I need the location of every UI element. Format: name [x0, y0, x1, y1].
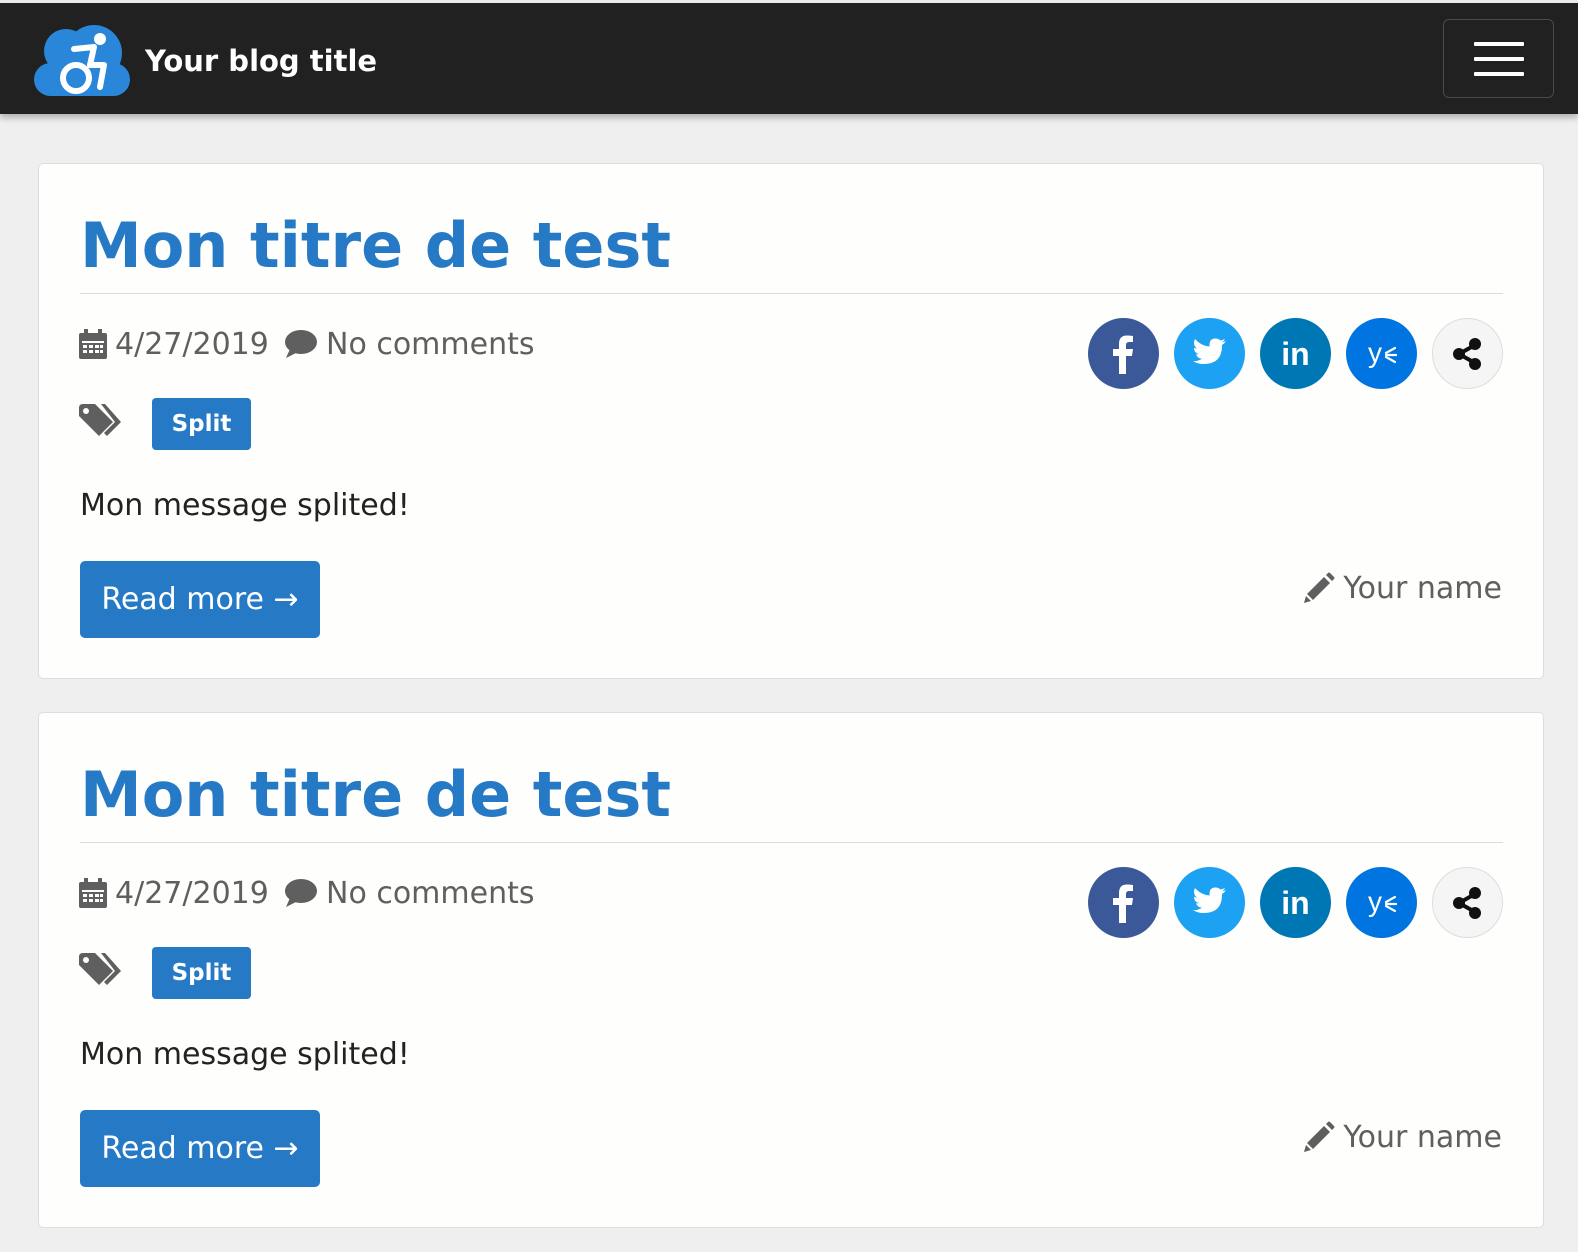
- post-comments-text: No comments: [326, 326, 535, 362]
- share-icon: [1453, 338, 1481, 370]
- post-comments-text: No comments: [326, 875, 535, 911]
- navbar: Your blog title: [0, 0, 1578, 114]
- pencil-icon: [1304, 1121, 1335, 1152]
- yammer-icon: y: [1368, 886, 1398, 917]
- share-linkedin-button[interactable]: in: [1260, 318, 1331, 389]
- share-linkedin-button[interactable]: in: [1260, 867, 1331, 938]
- share-facebook-button[interactable]: [1088, 867, 1159, 938]
- title-divider: [80, 842, 1503, 843]
- share-facebook-button[interactable]: [1088, 318, 1159, 389]
- blog-title[interactable]: Your blog title: [145, 43, 377, 79]
- yammer-icon: y: [1368, 337, 1398, 368]
- read-more-button[interactable]: Read more →: [80, 561, 320, 638]
- share-twitter-button[interactable]: [1174, 318, 1245, 389]
- post-card: Mon titre de test 4/27/2019 No comments …: [38, 163, 1544, 679]
- post-comments[interactable]: No comments: [284, 324, 535, 364]
- post-excerpt: Mon message splited!: [80, 488, 410, 523]
- post-title[interactable]: Mon titre de test: [80, 208, 671, 284]
- post-author: Your name: [1303, 1117, 1502, 1157]
- tag-badge[interactable]: Split: [152, 947, 251, 999]
- share-more-button[interactable]: [1432, 318, 1503, 389]
- svg-text:in: in: [1281, 336, 1309, 372]
- post-author-text: Your name: [1343, 570, 1502, 606]
- tags-icon: [79, 953, 121, 985]
- tags-icon: [79, 404, 121, 436]
- pencil-icon: [1304, 572, 1335, 603]
- linkedin-icon: in: [1281, 885, 1309, 921]
- tag-badge[interactable]: Split: [152, 398, 251, 450]
- linkedin-icon: in: [1281, 336, 1309, 372]
- post-date: 4/27/2019: [79, 873, 269, 913]
- share-yammer-button[interactable]: y: [1346, 318, 1417, 389]
- svg-text:in: in: [1281, 885, 1309, 921]
- post-comments[interactable]: No comments: [284, 873, 535, 913]
- post-card: Mon titre de test 4/27/2019 No comments …: [38, 712, 1544, 1228]
- calendar-icon: [79, 878, 107, 908]
- twitter-icon: [1193, 338, 1226, 364]
- read-more-button[interactable]: Read more →: [80, 1110, 320, 1187]
- post-author: Your name: [1303, 568, 1502, 608]
- post-date: 4/27/2019: [79, 324, 269, 364]
- post-excerpt: Mon message splited!: [80, 1037, 410, 1072]
- calendar-icon: [79, 329, 107, 359]
- comment-icon: [285, 879, 317, 907]
- svg-text:y: y: [1368, 886, 1382, 917]
- share-yammer-button[interactable]: y: [1346, 867, 1417, 938]
- share-twitter-button[interactable]: [1174, 867, 1245, 938]
- facebook-icon: [1113, 884, 1133, 923]
- share-icon: [1453, 887, 1481, 919]
- post-title[interactable]: Mon titre de test: [80, 757, 671, 833]
- title-divider: [80, 293, 1503, 294]
- facebook-icon: [1113, 335, 1133, 374]
- post-author-text: Your name: [1343, 1119, 1502, 1155]
- brand-logo-icon[interactable]: [32, 23, 132, 99]
- post-date-text: 4/27/2019: [115, 875, 269, 911]
- svg-text:y: y: [1368, 337, 1382, 368]
- navbar-toggle-button[interactable]: [1443, 19, 1554, 98]
- comment-icon: [285, 330, 317, 358]
- twitter-icon: [1193, 887, 1226, 913]
- share-more-button[interactable]: [1432, 867, 1503, 938]
- post-date-text: 4/27/2019: [115, 326, 269, 362]
